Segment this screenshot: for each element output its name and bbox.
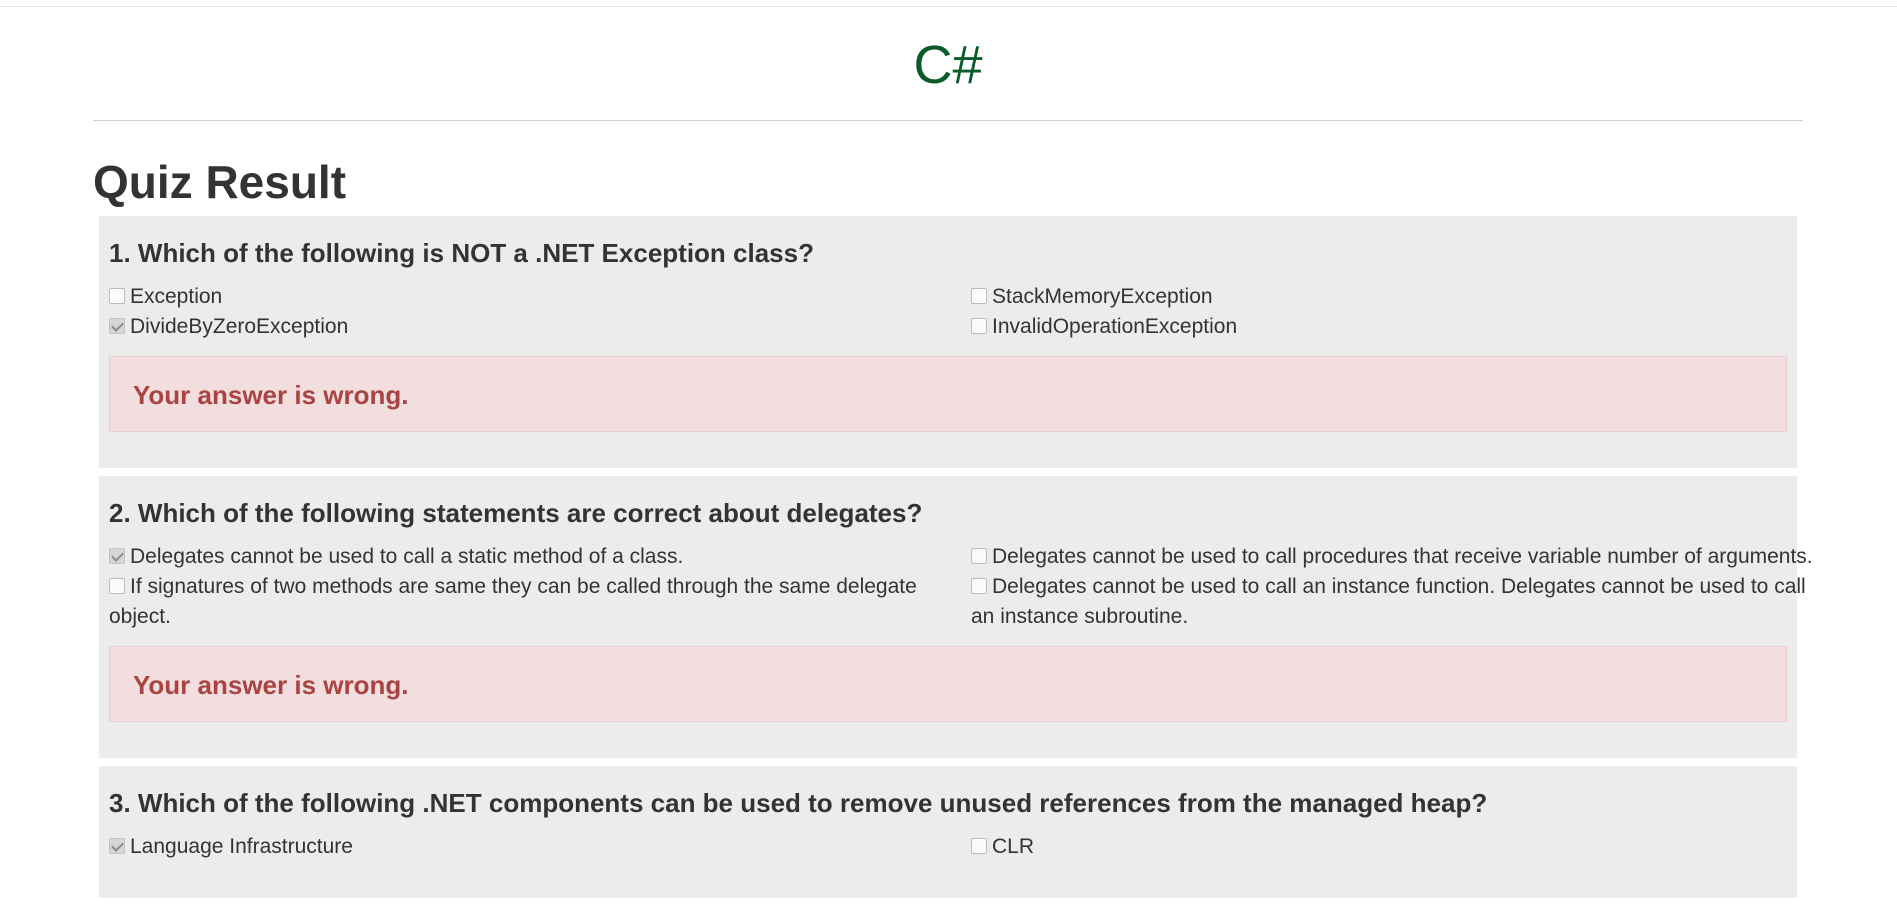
- page-title: Quiz Result: [93, 156, 347, 208]
- option-item: Exception: [109, 282, 971, 312]
- checkbox-checked[interactable]: [109, 318, 125, 334]
- checkbox-checked[interactable]: [109, 548, 125, 564]
- option-label: Delegates cannot be used to call an inst…: [971, 575, 1806, 628]
- option-label: Delegates cannot be used to call a stati…: [130, 545, 684, 568]
- main-container: C# Quiz Result 1. Which of the following…: [93, 0, 1813, 906]
- option-label: Delegates cannot be used to call procedu…: [992, 545, 1813, 568]
- option-label: InvalidOperationException: [992, 315, 1238, 338]
- checkbox[interactable]: [109, 288, 125, 304]
- option-item: Delegates cannot be used to call a stati…: [109, 542, 971, 572]
- question-title: 1. Which of the following is NOT a .NET …: [109, 238, 814, 268]
- option-item: StackMemoryException: [971, 282, 1817, 312]
- option-item: Delegates cannot be used to call an inst…: [971, 572, 1817, 632]
- option-item: Language Infrastructure: [109, 832, 971, 862]
- option-label: StackMemoryException: [992, 285, 1213, 308]
- option-label: Exception: [130, 285, 223, 308]
- checkbox[interactable]: [109, 578, 125, 594]
- checkbox[interactable]: [971, 578, 987, 594]
- question-title: 3. Which of the following .NET component…: [109, 788, 1488, 818]
- options-grid: Exception StackMemoryException DivideByZ…: [109, 282, 1787, 342]
- checkbox[interactable]: [971, 318, 987, 334]
- option-item: If signatures of two methods are same th…: [109, 572, 971, 632]
- result-alert: Your answer is wrong.: [109, 356, 1787, 432]
- options-grid: Delegates cannot be used to call a stati…: [109, 542, 1813, 632]
- options-grid: Language Infrastructure CLR: [109, 832, 1787, 862]
- option-label: Language Infrastructure: [130, 835, 353, 858]
- result-alert: Your answer is wrong.: [109, 646, 1787, 722]
- checkbox[interactable]: [971, 288, 987, 304]
- checkbox[interactable]: [971, 838, 987, 854]
- option-label: DivideByZeroException: [130, 315, 349, 338]
- question-card-3: 3. Which of the following .NET component…: [99, 766, 1797, 898]
- option-item: InvalidOperationException: [971, 312, 1817, 342]
- checkbox-checked[interactable]: [109, 838, 125, 854]
- option-item: DivideByZeroException: [109, 312, 971, 342]
- checkbox[interactable]: [971, 548, 987, 564]
- question-title: 2. Which of the following statements are…: [109, 498, 923, 528]
- option-label: CLR: [992, 835, 1035, 858]
- question-card-2: 2. Which of the following statements are…: [99, 476, 1813, 758]
- option-item: CLR: [971, 832, 1817, 862]
- option-label: If signatures of two methods are same th…: [109, 575, 917, 628]
- option-item: Delegates cannot be used to call procedu…: [971, 542, 1817, 572]
- brand-title: C#: [913, 35, 983, 95]
- question-card-1: 1. Which of the following is NOT a .NET …: [99, 216, 1797, 468]
